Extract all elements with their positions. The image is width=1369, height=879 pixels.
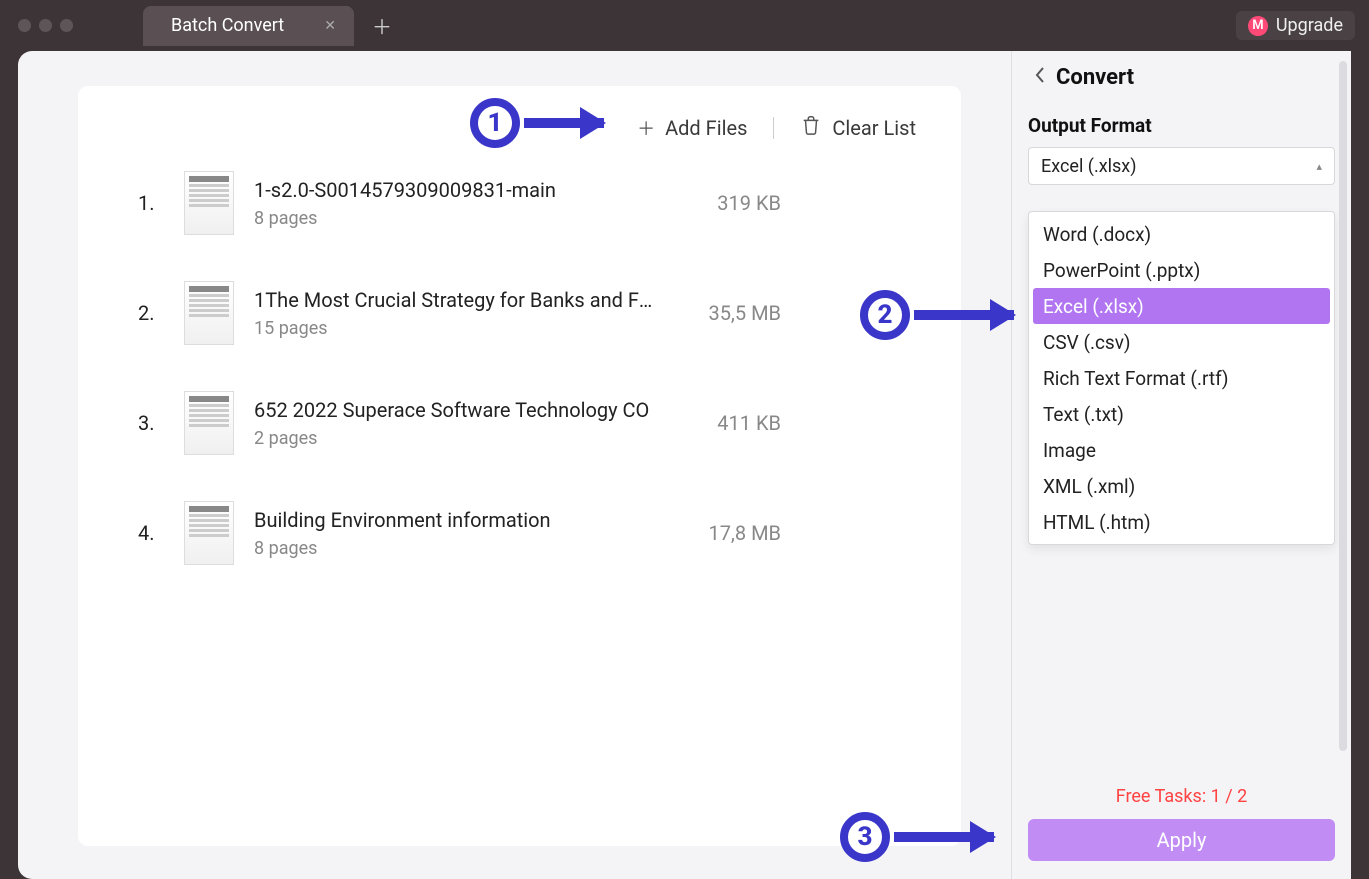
- main-window: ＋ Add Files Clear List 1. 1-s2.0-S0014579…: [18, 51, 1351, 879]
- format-option[interactable]: Rich Text Format (.rtf): [1033, 360, 1330, 396]
- dropdown-caret-icon: ▴: [1316, 160, 1322, 173]
- format-option[interactable]: Image: [1033, 432, 1330, 468]
- file-index: 3.: [138, 411, 164, 435]
- tab-label: Batch Convert: [171, 15, 284, 36]
- file-info: 1-s2.0-S0014579309009831-main 8 pages: [254, 178, 654, 229]
- upgrade-label: Upgrade: [1276, 15, 1343, 36]
- file-info: 652 2022 Superace Software Technology CO…: [254, 398, 654, 449]
- panel-scrollbar[interactable]: [1339, 61, 1347, 751]
- file-size: 319 KB: [717, 191, 781, 215]
- file-name: Building Environment information: [254, 508, 654, 532]
- file-index: 1.: [138, 191, 164, 215]
- file-row[interactable]: 2. 1The Most Crucial Strategy for Banks a…: [138, 281, 911, 345]
- titlebar: Batch Convert ✕ ＋ M Upgrade: [0, 0, 1369, 51]
- tab-batch-convert[interactable]: Batch Convert ✕: [143, 6, 354, 46]
- file-info: Building Environment information 8 pages: [254, 508, 654, 559]
- trash-icon: [800, 114, 822, 141]
- toolbar-separator: [773, 117, 774, 139]
- file-pages: 2 pages: [254, 428, 654, 449]
- panel-header: Convert: [1034, 65, 1335, 90]
- file-size: 17,8 MB: [708, 521, 781, 545]
- new-tab-button[interactable]: ＋: [372, 11, 392, 40]
- content-area: ＋ Add Files Clear List 1. 1-s2.0-S0014579…: [18, 51, 1011, 879]
- convert-panel: Convert Output Format Excel (.xlsx) ▴ Wo…: [1011, 51, 1351, 879]
- panel-title: Convert: [1056, 65, 1134, 90]
- format-dropdown: Word (.docx)PowerPoint (.pptx)Excel (.xl…: [1028, 211, 1335, 545]
- file-index: 2.: [138, 301, 164, 325]
- file-name: 1-s2.0-S0014579309009831-main: [254, 178, 654, 202]
- file-index: 4.: [138, 521, 164, 545]
- apply-label: Apply: [1157, 828, 1207, 852]
- traffic-minimize[interactable]: [39, 19, 52, 32]
- window-controls: [18, 19, 73, 32]
- format-option[interactable]: Word (.docx): [1033, 216, 1330, 252]
- output-format-select[interactable]: Excel (.xlsx) ▴: [1028, 147, 1335, 185]
- back-icon[interactable]: [1034, 65, 1046, 90]
- file-thumbnail: [184, 281, 234, 345]
- apply-button[interactable]: Apply: [1028, 819, 1335, 861]
- file-list: 1. 1-s2.0-S0014579309009831-main 8 pages 31…: [78, 171, 961, 565]
- file-row[interactable]: 1. 1-s2.0-S0014579309009831-main 8 pages 31…: [138, 171, 911, 235]
- format-option[interactable]: CSV (.csv): [1033, 324, 1330, 360]
- file-info: 1The Most Crucial Strategy for Banks and…: [254, 288, 654, 339]
- add-files-label: Add Files: [665, 116, 747, 140]
- clear-list-button[interactable]: Clear List: [800, 114, 916, 141]
- upgrade-badge-icon: M: [1248, 16, 1268, 36]
- file-pages: 8 pages: [254, 538, 654, 559]
- format-option[interactable]: XML (.xml): [1033, 468, 1330, 504]
- file-row[interactable]: 4. Building Environment information 8 page…: [138, 501, 911, 565]
- file-toolbar: ＋ Add Files Clear List: [78, 86, 961, 171]
- file-name: 652 2022 Superace Software Technology CO: [254, 398, 654, 422]
- file-thumbnail: [184, 501, 234, 565]
- file-size: 35,5 MB: [708, 301, 781, 325]
- traffic-close[interactable]: [18, 19, 31, 32]
- selected-format-value: Excel (.xlsx): [1041, 156, 1137, 177]
- file-name: 1The Most Crucial Strategy for Banks and…: [254, 288, 654, 312]
- file-pages: 15 pages: [254, 318, 654, 339]
- file-row[interactable]: 3. 652 2022 Superace Software Technology …: [138, 391, 911, 455]
- file-size: 411 KB: [717, 411, 781, 435]
- format-option[interactable]: PowerPoint (.pptx): [1033, 252, 1330, 288]
- file-thumbnail: [184, 171, 234, 235]
- format-option[interactable]: HTML (.htm): [1033, 504, 1330, 540]
- plus-icon: ＋: [637, 115, 655, 141]
- format-option[interactable]: Excel (.xlsx): [1033, 288, 1330, 324]
- traffic-zoom[interactable]: [60, 19, 73, 32]
- file-list-card: ＋ Add Files Clear List 1. 1-s2.0-S0014579…: [78, 86, 961, 846]
- file-pages: 8 pages: [254, 208, 654, 229]
- upgrade-button[interactable]: M Upgrade: [1236, 11, 1355, 40]
- output-format-label: Output Format: [1028, 114, 1335, 137]
- clear-list-label: Clear List: [832, 116, 916, 140]
- tabs: Batch Convert ✕ ＋: [143, 0, 392, 51]
- file-thumbnail: [184, 391, 234, 455]
- format-option[interactable]: Text (.txt): [1033, 396, 1330, 432]
- close-icon[interactable]: ✕: [324, 18, 336, 34]
- free-tasks-label: Free Tasks: 1 / 2: [1028, 786, 1335, 807]
- add-files-button[interactable]: ＋ Add Files: [637, 115, 747, 141]
